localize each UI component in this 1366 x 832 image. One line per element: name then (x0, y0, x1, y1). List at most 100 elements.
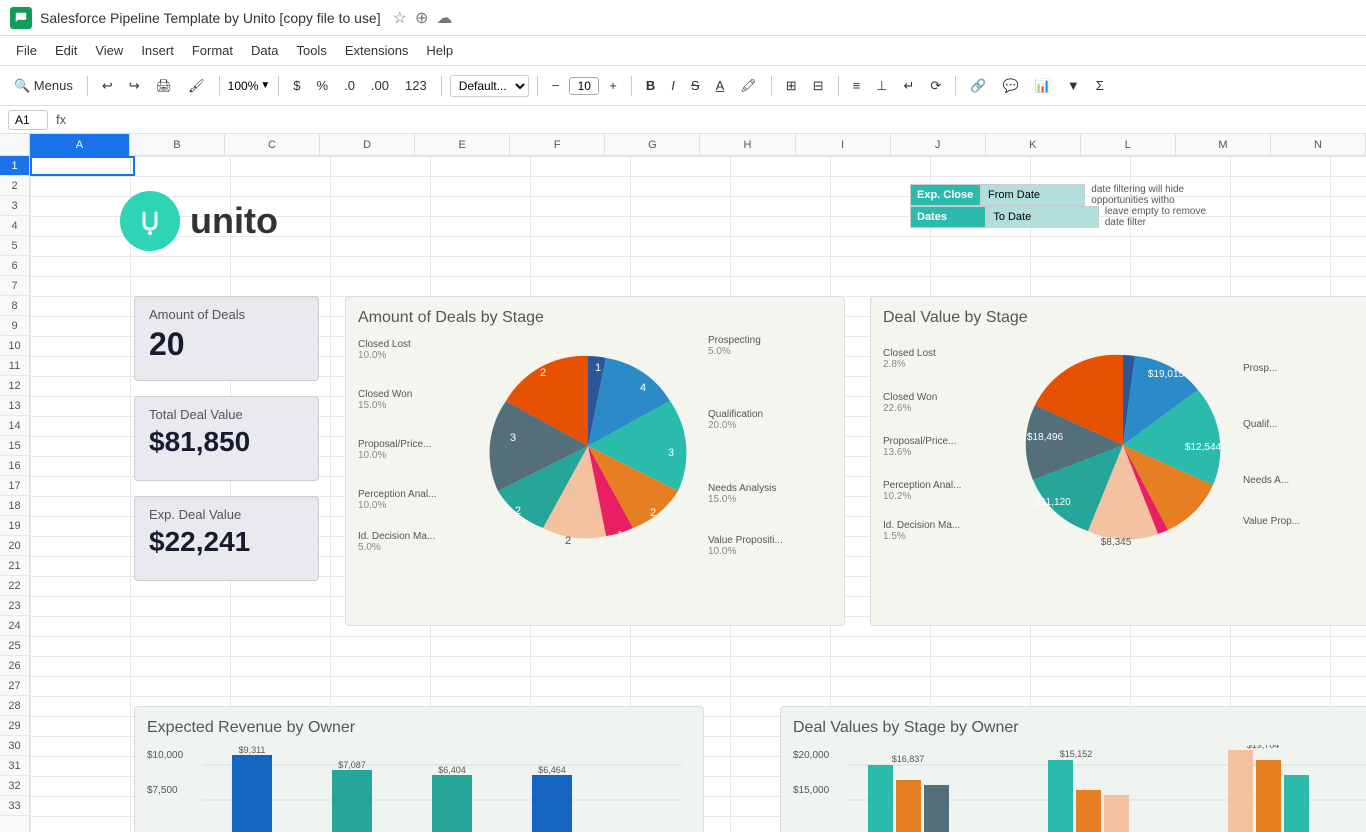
redo-btn[interactable]: ↪ (123, 74, 146, 98)
row-num-6[interactable]: 6 (0, 256, 29, 276)
align-btn[interactable]: ≡ (847, 74, 867, 97)
row-num-25[interactable]: 25 (0, 636, 29, 656)
sync-icon[interactable]: ☁ (436, 8, 452, 28)
filter-btn[interactable]: ▼ (1061, 74, 1086, 97)
menu-tools[interactable]: Tools (288, 40, 334, 61)
undo-btn[interactable]: ↩ (96, 74, 119, 98)
valign-btn[interactable]: ⊥ (870, 74, 893, 98)
cloud-icon[interactable]: ⊕ (415, 8, 428, 28)
col-header-e[interactable]: E (415, 134, 510, 156)
col-header-b[interactable]: B (130, 134, 225, 156)
menu-bar: File Edit View Insert Format Data Tools … (0, 36, 1366, 66)
row-num-16[interactable]: 16 (0, 456, 29, 476)
col-header-f[interactable]: F (510, 134, 605, 156)
functions-btn[interactable]: Σ (1090, 74, 1110, 97)
formula-input[interactable] (74, 113, 1358, 127)
col-header-k[interactable]: K (986, 134, 1081, 156)
row-num-4[interactable]: 4 (0, 216, 29, 236)
font-increase-btn[interactable]: + (603, 74, 623, 97)
row-num-23[interactable]: 23 (0, 596, 29, 616)
col-header-d[interactable]: D (320, 134, 415, 156)
col-header-n[interactable]: N (1271, 134, 1366, 156)
borders-btn[interactable]: ⊞ (780, 74, 803, 98)
row-num-8[interactable]: 8 (0, 296, 29, 316)
italic-btn[interactable]: I (665, 74, 681, 97)
row-num-32[interactable]: 32 (0, 776, 29, 796)
row-num-31[interactable]: 31 (0, 756, 29, 776)
col-header-h[interactable]: H (700, 134, 795, 156)
row-num-18[interactable]: 18 (0, 496, 29, 516)
merge-cells-btn[interactable]: ⊟ (807, 74, 830, 98)
comment-btn[interactable]: 💬 (997, 74, 1025, 98)
col-header-j[interactable]: J (891, 134, 986, 156)
bold-btn[interactable]: B (640, 74, 661, 97)
row-num-24[interactable]: 24 (0, 616, 29, 636)
search-menus-btn[interactable]: 🔍 Menus (8, 74, 79, 98)
row-num-33[interactable]: 33 (0, 796, 29, 816)
print-btn[interactable]: 🖨 (150, 74, 179, 98)
col-header-i[interactable]: I (796, 134, 891, 156)
percent-btn[interactable]: % (311, 74, 335, 97)
menu-insert[interactable]: Insert (133, 40, 182, 61)
kpi-total-value: Total Deal Value $81,850 (134, 396, 319, 481)
row-num-5[interactable]: 5 (0, 236, 29, 256)
menu-view[interactable]: View (87, 40, 131, 61)
row-num-7[interactable]: 7 (0, 276, 29, 296)
chart-btn[interactable]: 📊 (1029, 74, 1057, 98)
row-num-20[interactable]: 20 (0, 536, 29, 556)
row-num-10[interactable]: 10 (0, 336, 29, 356)
row-num-3[interactable]: 3 (0, 196, 29, 216)
row-num-13[interactable]: 13 (0, 396, 29, 416)
col-header-g[interactable]: G (605, 134, 700, 156)
highlight-btn[interactable]: 🖍 (734, 74, 763, 98)
format-123-btn[interactable]: 123 (399, 74, 433, 97)
from-date-input[interactable]: From Date (981, 184, 1085, 206)
row-num-21[interactable]: 21 (0, 556, 29, 576)
row-num-2[interactable]: 2 (0, 176, 29, 196)
pie-label-2e: 2 (540, 367, 546, 379)
text-color-btn[interactable]: A (710, 74, 731, 97)
row-num-27[interactable]: 27 (0, 676, 29, 696)
zoom-dropdown-icon[interactable]: ▼ (260, 80, 270, 91)
font-family-select[interactable]: Default... (450, 75, 529, 97)
row-num-19[interactable]: 19 (0, 516, 29, 536)
menu-edit[interactable]: Edit (47, 40, 85, 61)
col-header-m[interactable]: M (1176, 134, 1271, 156)
deals-pct-prospecting: 5.0% (708, 346, 731, 357)
row-num-26[interactable]: 26 (0, 656, 29, 676)
sheet-content[interactable]: unito Exp. Close From Date date filterin… (30, 156, 1366, 832)
row-num-29[interactable]: 29 (0, 716, 29, 736)
value-pie-19015: $19,015 (1148, 369, 1185, 380)
currency-btn[interactable]: $ (287, 74, 306, 97)
col-header-c[interactable]: C (225, 134, 320, 156)
row-num-30[interactable]: 30 (0, 736, 29, 756)
paint-format-btn[interactable]: 🖌 (182, 74, 211, 98)
star-icon[interactable]: ☆ (393, 8, 407, 28)
row-num-14[interactable]: 14 (0, 416, 29, 436)
to-date-input[interactable]: To Date (986, 206, 1099, 228)
link-btn[interactable]: 🔗 (964, 74, 992, 98)
row-num-9[interactable]: 9 (0, 316, 29, 336)
strikethrough-btn[interactable]: S (685, 74, 706, 97)
value-label-closedwon: Closed Won 22.6% (883, 392, 1003, 414)
row-num-12[interactable]: 12 (0, 376, 29, 396)
increase-decimals-btn[interactable]: .00 (365, 74, 395, 97)
col-header-a[interactable]: A (30, 134, 130, 156)
row-num-11[interactable]: 11 (0, 356, 29, 376)
text-rotate-btn[interactable]: ⟳ (924, 74, 947, 98)
decrease-decimals-btn[interactable]: .0 (338, 74, 361, 97)
row-num-28[interactable]: 28 (0, 696, 29, 716)
col-header-l[interactable]: L (1081, 134, 1176, 156)
menu-extensions[interactable]: Extensions (337, 40, 417, 61)
wrap-btn[interactable]: ↵ (898, 74, 921, 98)
menu-help[interactable]: Help (418, 40, 461, 61)
row-num-15[interactable]: 15 (0, 436, 29, 456)
menu-data[interactable]: Data (243, 40, 286, 61)
row-num-1[interactable]: 1 (0, 156, 29, 176)
row-num-22[interactable]: 22 (0, 576, 29, 596)
menu-file[interactable]: File (8, 40, 45, 61)
font-decrease-btn[interactable]: − (546, 74, 566, 97)
menu-format[interactable]: Format (184, 40, 241, 61)
row-num-17[interactable]: 17 (0, 476, 29, 496)
cell-reference[interactable]: A1 (8, 110, 48, 130)
